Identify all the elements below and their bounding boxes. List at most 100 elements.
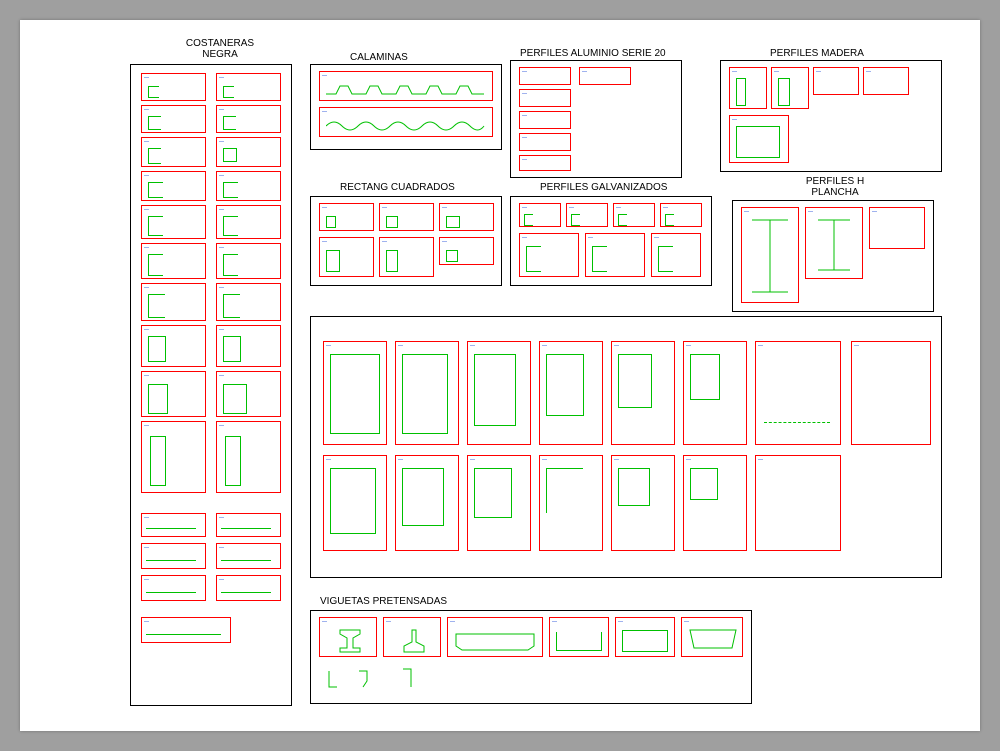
vigueta-cell: — [447, 617, 543, 657]
cell-label: — [522, 235, 527, 241]
costanera-cell: — [216, 73, 281, 101]
galvan-cell: — [519, 203, 561, 227]
hormigon-cell: — [395, 455, 459, 551]
cell-label: — [470, 343, 475, 349]
cell-label: — [569, 205, 574, 211]
title-madera: PERFILES MADERA [770, 48, 864, 59]
costanera-cell: — [216, 171, 281, 201]
madera-cell: — [813, 67, 859, 95]
cell-label: — [219, 207, 224, 213]
costanera-cell: — [141, 543, 206, 569]
vigueta-cell: — [681, 617, 743, 657]
cell-label: — [470, 457, 475, 463]
rectang-cell: — [439, 237, 494, 265]
hormigon-cell: — [539, 341, 603, 445]
cell-label: — [816, 69, 821, 75]
hormigon-cell: — [755, 455, 841, 551]
cell-label: — [872, 209, 877, 215]
cell-label: — [219, 515, 224, 521]
costanera-cell: — [216, 575, 281, 601]
cell-label: — [219, 139, 224, 145]
costanera-cell: — [216, 205, 281, 239]
costanera-cell: — [141, 73, 206, 101]
rectang-cell: — [379, 203, 434, 231]
cell-label: — [144, 139, 149, 145]
title-aluminio: PERFILES ALUMINIO SERIE 20 [520, 48, 666, 59]
calamina-cell: — [319, 107, 493, 137]
costanera-cell: — [216, 371, 281, 417]
cell-label: — [144, 327, 149, 333]
hormigon-cell: — [467, 455, 531, 551]
group-rectang: — — — — — — [310, 196, 502, 286]
cell-label: — [219, 285, 224, 291]
group-galvan: — — — — — — — [510, 196, 712, 286]
galvan-cell: — [519, 233, 579, 277]
costanera-cell: — [141, 325, 206, 367]
costanera-cell: — [216, 513, 281, 537]
hormigon-cell: — [539, 455, 603, 551]
cell-label: — [522, 91, 527, 97]
drawing-sheet: COSTANERAS NEGRA — — — — — — — — — — — —… [20, 20, 980, 731]
vigueta-extra [319, 665, 459, 695]
cell-label: — [618, 619, 623, 625]
cell-label: — [616, 205, 621, 211]
title-costaneras: COSTANERAS NEGRA [160, 38, 280, 60]
cell-label: — [144, 577, 149, 583]
cell-label: — [326, 343, 331, 349]
costanera-cell: — [141, 205, 206, 239]
costanera-cell: — [141, 171, 206, 201]
galvan-cell: — [651, 233, 701, 277]
hormigon-cell: — [323, 455, 387, 551]
cell-label: — [588, 235, 593, 241]
cell-label: — [854, 343, 859, 349]
hormigon-cell: — [755, 341, 841, 445]
cell-label: — [219, 245, 224, 251]
cell-label: — [522, 205, 527, 211]
cell-label: — [522, 69, 527, 75]
costanera-cell: — [141, 137, 206, 167]
galvan-cell: — [613, 203, 655, 227]
rectang-cell: — [319, 237, 374, 277]
costanera-cell: — [141, 371, 206, 417]
hormigon-cell: — [683, 341, 747, 445]
cell-label: — [386, 619, 391, 625]
cell-label: — [442, 205, 447, 211]
cell-label: — [219, 423, 224, 429]
cell-label: — [322, 205, 327, 211]
costanera-cell: — [141, 243, 206, 279]
costanera-cell: — [216, 543, 281, 569]
cell-label: — [219, 75, 224, 81]
cell-label: — [144, 207, 149, 213]
madera-cell: — [771, 67, 809, 109]
group-aluminio: — — — — — — [510, 60, 682, 178]
hormigon-cell: — [467, 341, 531, 445]
rectang-cell: — [439, 203, 494, 231]
galvan-cell: — [585, 233, 645, 277]
cell-label: — [219, 577, 224, 583]
hormigon-cell: — [683, 455, 747, 551]
costanera-cell: — [141, 513, 206, 537]
costanera-cell: — [141, 105, 206, 133]
galvan-cell: — [660, 203, 702, 227]
cell-label: — [144, 373, 149, 379]
costanera-cell: — [216, 105, 281, 133]
cell-label: — [686, 457, 691, 463]
cell-label: — [614, 457, 619, 463]
cell-label: — [442, 239, 447, 245]
cell-label: — [450, 619, 455, 625]
cell-label: — [326, 457, 331, 463]
title-calaminas: CALAMINAS [350, 52, 408, 63]
cell-label: — [614, 343, 619, 349]
cell-label: — [382, 205, 387, 211]
cell-label: — [322, 73, 327, 79]
cell-label: — [808, 209, 813, 215]
cell-label: — [144, 107, 149, 113]
costanera-cell: — [216, 283, 281, 321]
title-viguetas: VIGUETAS PRETENSADAS [320, 596, 447, 607]
cell-label: — [382, 239, 387, 245]
title-galvan: PERFILES GALVANIZADOS [540, 182, 667, 193]
group-madera: — — — — — [720, 60, 942, 172]
costanera-cell: — [216, 421, 281, 493]
perfh-cell: — [869, 207, 925, 249]
cell-label: — [542, 343, 547, 349]
